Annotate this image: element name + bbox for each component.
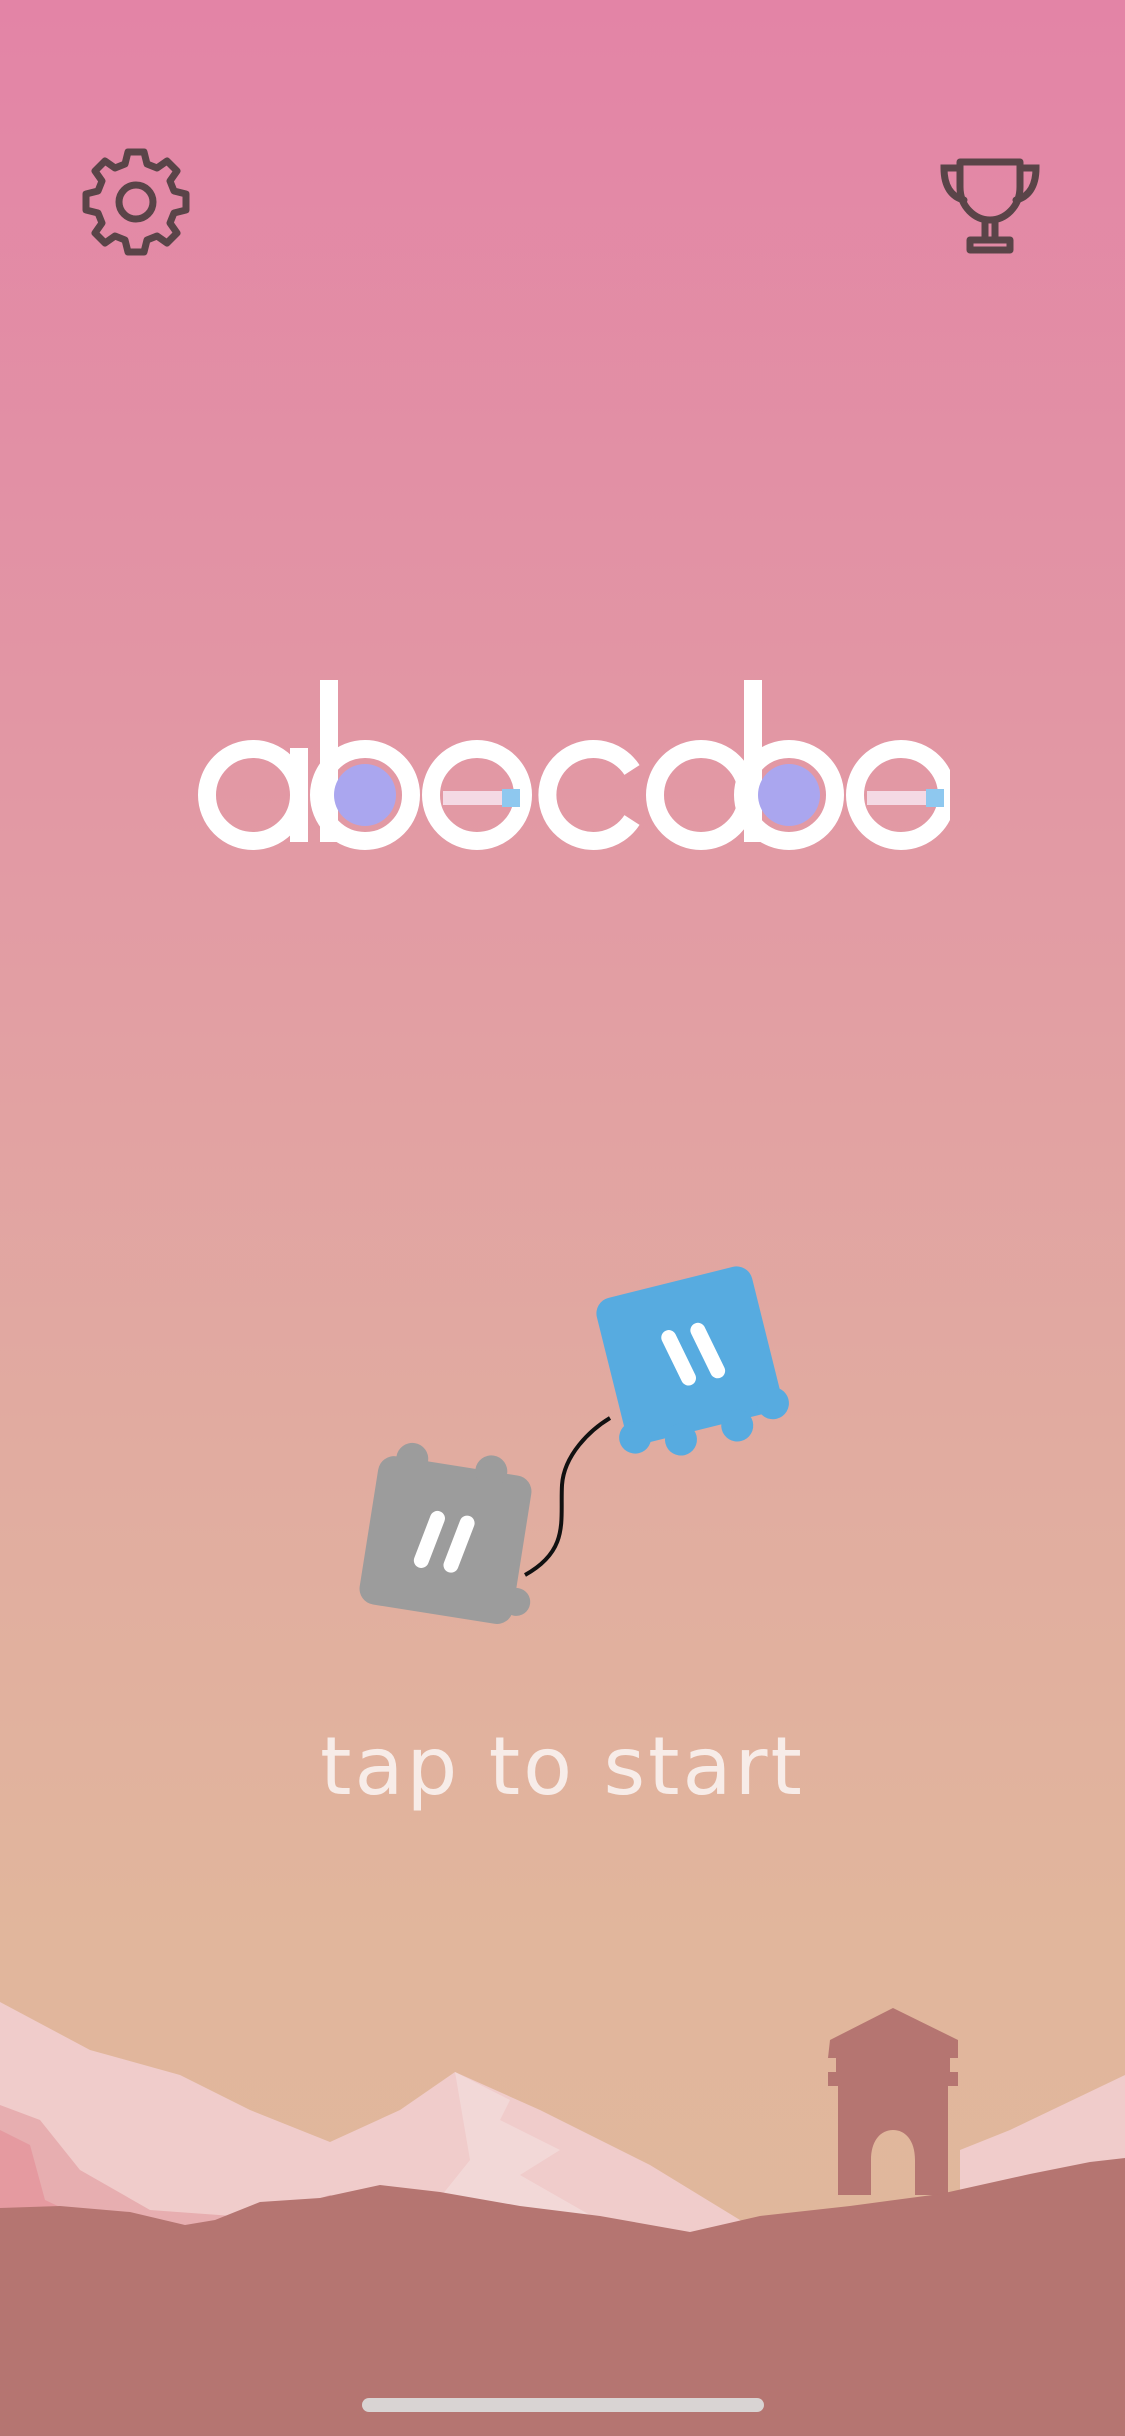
- gray-cube: [359, 1442, 532, 1624]
- blue-cube: [596, 1266, 789, 1456]
- settings-button[interactable]: [76, 142, 196, 262]
- rope: [524, 1416, 612, 1577]
- gate-silhouette: [828, 2008, 958, 2195]
- landscape-scenery: [0, 1980, 1125, 2436]
- home-indicator[interactable]: [362, 2398, 764, 2412]
- leaderboard-button[interactable]: [930, 142, 1050, 262]
- tap-to-start-prompt[interactable]: tap to start: [0, 1720, 1125, 1813]
- game-logo: abecobe: [190, 680, 950, 860]
- cube-characters: [340, 1250, 800, 1670]
- trophy-icon: [940, 158, 1040, 254]
- gear-icon: [82, 148, 190, 256]
